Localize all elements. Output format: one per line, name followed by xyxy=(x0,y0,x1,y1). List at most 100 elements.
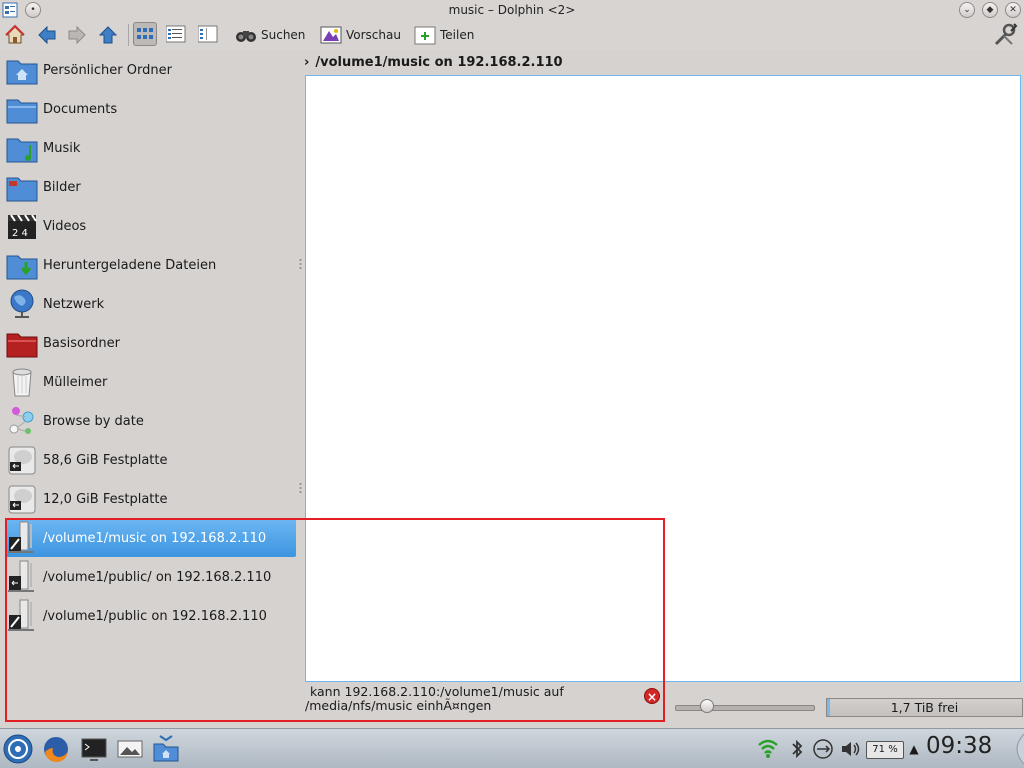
main-toolbar: Suchen Vorschau Teilen xyxy=(0,20,1024,50)
place-label: Browse by date xyxy=(43,413,144,429)
image-viewer-icon xyxy=(117,740,143,758)
tray-expand-arrow-icon[interactable]: ▲ xyxy=(906,737,922,761)
settings-menu-button[interactable] xyxy=(992,22,1018,48)
network-globe-icon xyxy=(5,287,39,321)
split-view-icon xyxy=(414,26,436,45)
compact-view-button[interactable] xyxy=(164,22,188,46)
free-space-fill xyxy=(827,699,830,716)
taskbar-konsole[interactable] xyxy=(78,733,110,765)
taskbar: 71 % ▲ 09:38 xyxy=(0,728,1024,768)
status-message-line-2: /media/nfs/music einhÃ¤ngen xyxy=(305,698,492,713)
place-nfs-public[interactable]: /volume1/public on 192.168.2.110 xyxy=(5,597,296,635)
search-button[interactable]: Suchen xyxy=(235,22,305,48)
minimize-button[interactable]: ⌄ xyxy=(959,2,975,18)
search-label: Suchen xyxy=(261,28,306,42)
place-pictures[interactable]: Bilder xyxy=(5,168,296,206)
nfs-share-icon xyxy=(5,599,39,633)
taskbar-dolphin[interactable] xyxy=(150,733,182,765)
volume-icon[interactable] xyxy=(838,737,862,761)
place-label: Heruntergeladene Dateien xyxy=(43,257,217,273)
place-label: Mülleimer xyxy=(43,374,108,390)
status-message-line-1: kann 192.168.2.110:/volume1/music auf xyxy=(310,684,564,699)
preview-button[interactable]: Vorschau xyxy=(320,22,401,48)
details-view-icon xyxy=(198,25,218,43)
place-label: 58,6 GiB Festplatte xyxy=(43,452,168,468)
status-message: kann 192.168.2.110:/volume1/music auf /m… xyxy=(305,685,655,713)
breadcrumb-path[interactable]: /volume1/music on 192.168.2.110 xyxy=(315,55,562,70)
preview-label: Vorschau xyxy=(346,28,401,42)
binoculars-icon xyxy=(236,31,256,42)
breadcrumb-arrow-icon[interactable]: › xyxy=(304,55,309,70)
arrow-up-icon xyxy=(98,26,118,44)
place-browse-by-date[interactable]: Browse by date xyxy=(5,402,296,440)
free-space-label: 1,7 TiB frei xyxy=(890,700,959,715)
icons-view-icon xyxy=(137,28,153,39)
file-view[interactable] xyxy=(305,75,1021,682)
home-button[interactable] xyxy=(4,22,26,48)
wifi-icon[interactable] xyxy=(756,737,780,761)
zoom-slider-handle[interactable] xyxy=(699,699,714,713)
icons-view-button[interactable] xyxy=(133,22,157,46)
forward-button[interactable] xyxy=(66,22,88,48)
place-label: Netzwerk xyxy=(43,296,105,312)
firefox-icon xyxy=(44,737,68,762)
application-launcher-button[interactable] xyxy=(2,733,34,765)
panel-toolbox-icon[interactable] xyxy=(1006,733,1024,765)
battery-percent: 71 % xyxy=(872,744,898,755)
timeline-icon xyxy=(5,404,39,438)
place-nfs-music[interactable]: /volume1/music on 192.168.2.110 xyxy=(5,519,296,557)
pictures-folder-icon xyxy=(5,170,39,204)
free-space-indicator: 1,7 TiB frei xyxy=(826,698,1023,717)
split-button[interactable]: Teilen xyxy=(414,22,474,48)
harddisk-icon xyxy=(5,482,39,516)
compact-view-icon xyxy=(166,25,186,43)
clock[interactable]: 09:38 xyxy=(926,733,992,759)
dolphin-folder-icon xyxy=(153,735,179,762)
place-trash[interactable]: Mülleimer xyxy=(5,363,296,401)
place-downloads[interactable]: Heruntergeladene Dateien xyxy=(5,246,296,284)
place-videos[interactable]: 2 4 Videos xyxy=(5,207,296,245)
place-label: Documents xyxy=(43,101,118,117)
home-icon xyxy=(5,24,25,44)
close-button[interactable]: ✕ xyxy=(1005,2,1021,18)
place-harddisk-12[interactable]: 12,0 GiB Festplatte xyxy=(5,480,296,518)
details-view-button[interactable] xyxy=(196,22,220,46)
device-notifier-icon[interactable] xyxy=(811,737,835,761)
place-label: /volume1/public/ on 192.168.2.110 xyxy=(43,569,272,585)
maximize-button[interactable]: ◆ xyxy=(982,2,998,18)
title-bar: • music – Dolphin <2> ⌄ ◆ ✕ xyxy=(0,0,1024,20)
terminal-icon xyxy=(81,738,107,761)
place-home[interactable]: Persönlicher Ordner xyxy=(5,51,296,89)
breadcrumb[interactable]: › /volume1/music on 192.168.2.110 xyxy=(304,52,1022,72)
close-error-icon[interactable]: × xyxy=(644,688,660,704)
back-button[interactable] xyxy=(36,22,58,48)
place-network[interactable]: Netzwerk xyxy=(5,285,296,323)
up-button[interactable] xyxy=(97,22,119,48)
arrow-left-icon xyxy=(38,25,56,45)
wrench-screwdriver-icon xyxy=(994,23,1018,46)
panel-splitter-handle[interactable] xyxy=(299,258,302,270)
downloads-folder-icon xyxy=(5,248,39,282)
bluetooth-icon[interactable] xyxy=(785,737,809,761)
panel-splitter-handle-lower[interactable] xyxy=(299,482,302,494)
place-harddisk-58[interactable]: 58,6 GiB Festplatte xyxy=(5,441,296,479)
place-label: /volume1/music on 192.168.2.110 xyxy=(43,530,267,546)
preview-icon xyxy=(320,26,342,44)
zoom-slider[interactable] xyxy=(675,705,815,711)
kde-launcher-icon xyxy=(3,734,33,764)
battery-indicator[interactable]: 71 % xyxy=(866,741,904,759)
place-documents[interactable]: Documents xyxy=(5,90,296,128)
place-nfs-public-slash[interactable]: /volume1/public/ on 192.168.2.110 xyxy=(5,558,296,596)
place-label: Videos xyxy=(43,218,87,234)
place-music[interactable]: Musik xyxy=(5,129,296,167)
harddisk-icon xyxy=(5,443,39,477)
taskbar-gwenview[interactable] xyxy=(114,733,146,765)
taskbar-firefox[interactable] xyxy=(40,733,72,765)
window-title: music – Dolphin <2> xyxy=(448,3,576,17)
place-label: Basisordner xyxy=(43,335,120,351)
place-label: Musik xyxy=(43,140,81,156)
folder-icon xyxy=(5,92,39,126)
place-root[interactable]: Basisordner xyxy=(5,324,296,362)
home-folder-icon xyxy=(5,53,39,87)
arrow-right-icon xyxy=(68,25,86,45)
